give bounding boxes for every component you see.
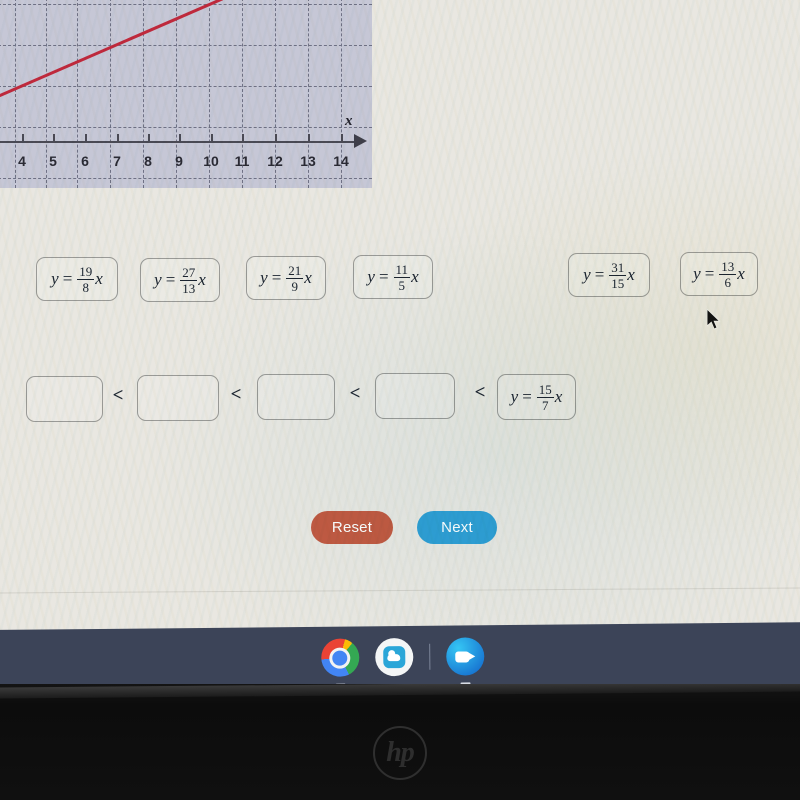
x-axis-arrow-icon xyxy=(354,134,367,148)
x-tick-label: 9 xyxy=(175,153,183,169)
answer-slot-2[interactable] xyxy=(137,375,219,421)
gridline-horizontal xyxy=(0,127,372,128)
reset-button[interactable]: Reset xyxy=(311,511,393,544)
hp-logo: hp xyxy=(373,726,427,780)
gridline-horizontal xyxy=(0,4,372,5)
x-tick-label: 11 xyxy=(234,153,250,169)
laptop-bezel: hp xyxy=(0,684,800,800)
files-cloud-icon[interactable] xyxy=(374,637,413,677)
equation-expression: y = 19 8 x xyxy=(51,263,103,295)
x-tick-label: 8 xyxy=(144,153,152,169)
equation-tile-13-6[interactable]: y = 13 6 x xyxy=(680,252,758,296)
x-tick-label: 6 xyxy=(81,153,89,169)
answer-slot-4[interactable] xyxy=(375,373,455,419)
gridline-horizontal xyxy=(0,86,372,87)
shelf-divider xyxy=(428,643,430,670)
equation-tile-27-13[interactable]: y = 27 13 x xyxy=(140,258,220,302)
less-than-separator-3: < xyxy=(349,383,361,404)
equation-expression: y = 21 9 x xyxy=(260,262,312,294)
next-button[interactable]: Next xyxy=(417,511,497,544)
screen-seam-line xyxy=(0,587,800,594)
equation-expression: y = 13 6 x xyxy=(693,258,745,290)
less-than-separator-2: < xyxy=(230,384,242,405)
x-tick-label: 14 xyxy=(333,153,349,169)
browser-page: x 4 5 6 7 8 9 10 11 12 13 14 y = 19 8 x y = 27… xyxy=(0,0,800,634)
equation-tile-11-5[interactable]: y = 11 5 x xyxy=(353,255,433,299)
chrome-icon[interactable] xyxy=(320,638,359,686)
equation-expression: y = 27 13 x xyxy=(154,264,206,296)
linear-function-line xyxy=(0,0,224,104)
x-tick-label: 4 xyxy=(18,153,26,169)
equation-expression: y = 31 15 x xyxy=(583,259,635,291)
mouse-cursor-icon xyxy=(707,309,721,330)
gridline-horizontal xyxy=(0,178,372,179)
x-tick-label: 12 xyxy=(267,153,283,169)
less-than-separator-1: < xyxy=(112,385,124,406)
answer-slot-3[interactable] xyxy=(257,374,335,420)
equation-expression: y = 11 5 x xyxy=(367,261,419,293)
x-tick-label: 13 xyxy=(300,153,316,169)
less-than-separator-4: < xyxy=(474,382,486,403)
answer-slot-filled-15-7[interactable]: y = 15 7 x xyxy=(497,374,576,420)
gridline-horizontal xyxy=(0,45,372,46)
answer-slot-1[interactable] xyxy=(26,376,103,422)
x-tick-label: 5 xyxy=(49,153,57,169)
x-axis-label: x xyxy=(345,113,353,129)
coordinate-graph: x 4 5 6 7 8 9 10 11 12 13 14 xyxy=(0,0,372,188)
chromeos-shelf xyxy=(0,622,800,692)
bezel-edge xyxy=(0,684,800,699)
x-tick-label: 10 xyxy=(203,153,219,169)
equation-tile-21-9[interactable]: y = 21 9 x xyxy=(246,256,326,300)
equation-expression: y = 15 7 x xyxy=(510,381,563,413)
zoom-icon[interactable] xyxy=(445,637,484,685)
equation-tile-31-15[interactable]: y = 31 15 x xyxy=(568,253,650,297)
x-tick-label: 7 xyxy=(113,153,121,169)
equation-tile-19-8[interactable]: y = 19 8 x xyxy=(36,257,118,301)
